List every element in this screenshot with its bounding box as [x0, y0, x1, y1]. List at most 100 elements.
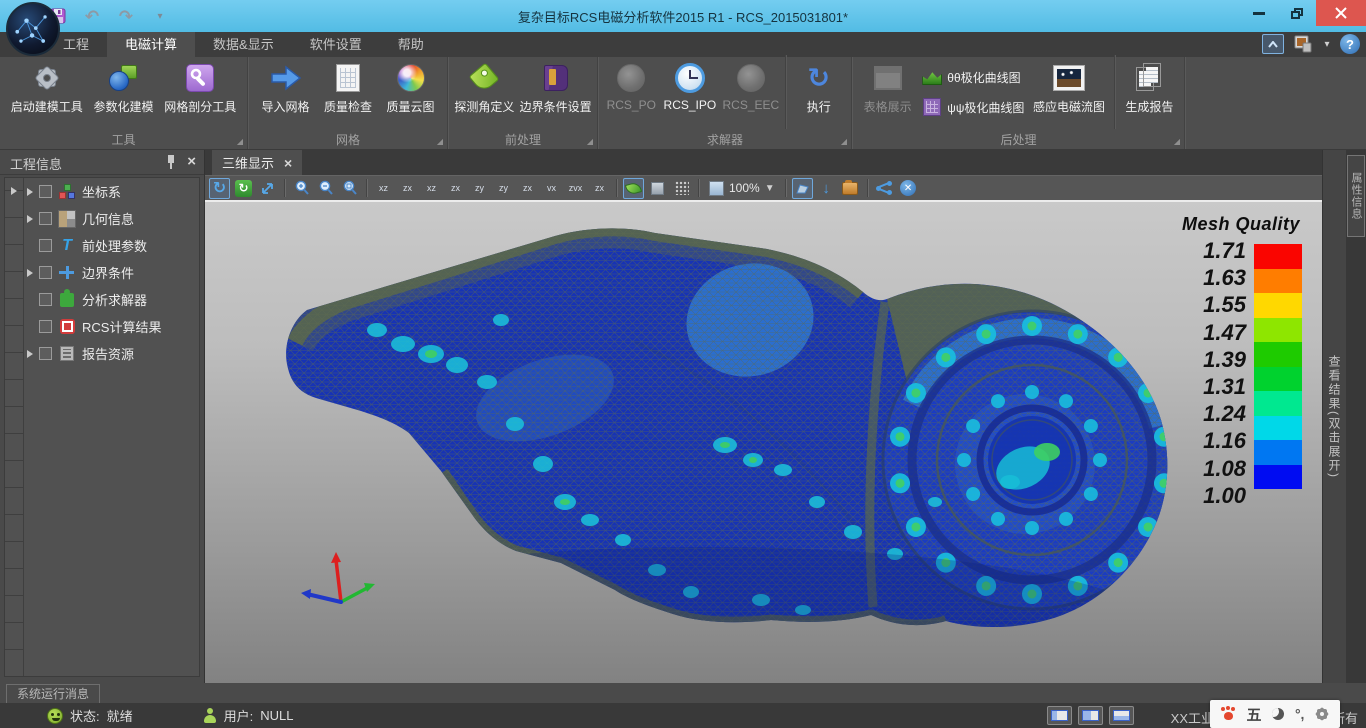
- zoom-fit-button[interactable]: [339, 178, 360, 199]
- group-expander-icon[interactable]: ◢: [1174, 137, 1180, 146]
- tab-attributes-info[interactable]: 属性信息: [1347, 155, 1365, 237]
- generate-report-button[interactable]: 生成报告: [1123, 59, 1175, 115]
- close-panel-icon[interactable]: ×: [187, 154, 196, 169]
- drop-view-button[interactable]: ↓: [816, 178, 837, 199]
- points-mode-button[interactable]: [671, 178, 692, 199]
- display-style-dropdown[interactable]: ▾: [1322, 34, 1332, 54]
- help-button[interactable]: ?: [1340, 34, 1360, 54]
- checkbox[interactable]: [39, 266, 52, 279]
- view-orientation-button-8[interactable]: vx: [541, 178, 562, 199]
- layout-icon: [1051, 710, 1068, 721]
- menu-tab-data-display[interactable]: 数据&显示: [195, 32, 292, 57]
- dot-grid-icon: [675, 181, 689, 195]
- view-orientation-button-7[interactable]: zx: [517, 178, 538, 199]
- pan-view-button[interactable]: [257, 178, 278, 199]
- close-button[interactable]: [1316, 0, 1366, 26]
- checkbox[interactable]: [39, 293, 52, 306]
- view-orientation-button-1[interactable]: xz: [373, 178, 394, 199]
- theta-polar-curve-button[interactable]: θθ极化曲线图: [922, 67, 1024, 87]
- probe-angle-define-button[interactable]: 探测角定义: [454, 59, 514, 115]
- flat-mode-button[interactable]: [647, 178, 668, 199]
- tab-system-messages[interactable]: 系统运行消息: [6, 684, 100, 703]
- layers-button[interactable]: [840, 178, 861, 199]
- checkbox[interactable]: [39, 320, 52, 333]
- view-orientation-button-3[interactable]: xz: [421, 178, 442, 199]
- layout-wide-left-button[interactable]: [1078, 706, 1103, 725]
- menu-tab-em-compute[interactable]: 电磁计算: [107, 32, 195, 57]
- spin-view-button[interactable]: ↻: [233, 178, 254, 199]
- view-orientation-button-9[interactable]: zvx: [565, 178, 586, 199]
- execute-button[interactable]: ↻ 执行: [793, 59, 845, 115]
- mesh-partition-tool-button[interactable]: 网格剖分工具: [164, 59, 236, 115]
- view-orientation-button-10[interactable]: zx: [589, 178, 610, 199]
- close-icon: [1335, 7, 1347, 19]
- view-orientation-button-4[interactable]: zx: [445, 178, 466, 199]
- checkbox[interactable]: [39, 239, 52, 252]
- group-expander-icon[interactable]: ◢: [437, 137, 443, 146]
- collapse-ribbon-button[interactable]: [1262, 34, 1284, 54]
- quality-check-button[interactable]: 质量检查: [322, 59, 374, 115]
- checkbox[interactable]: [39, 347, 52, 360]
- down-arrow-icon: ↓: [822, 180, 830, 197]
- ime-paw-icon[interactable]: [1221, 707, 1236, 721]
- pin-icon[interactable]: [167, 155, 175, 169]
- ime-mode-label[interactable]: 五: [1246, 704, 1261, 725]
- close-view-button[interactable]: ✕: [898, 178, 919, 199]
- menu-tab-help[interactable]: 帮助: [380, 32, 442, 57]
- tree-item-solver[interactable]: 分析求解器: [25, 286, 199, 313]
- normals-button[interactable]: [792, 178, 813, 199]
- tree-item-boundary-conditions[interactable]: 边界条件: [25, 259, 199, 286]
- expander-icon[interactable]: [11, 187, 17, 195]
- zoom-in-button[interactable]: [291, 178, 312, 199]
- checkbox[interactable]: [39, 212, 52, 225]
- boundary-condition-settings-button[interactable]: 边界条件设置: [520, 59, 592, 115]
- close-tab-icon[interactable]: ×: [284, 156, 292, 170]
- minimize-button[interactable]: [1240, 0, 1278, 26]
- induced-current-map-button[interactable]: 感应电磁流图: [1033, 59, 1105, 115]
- ime-toolbar[interactable]: 五 °,: [1210, 700, 1340, 728]
- rcs-po-button[interactable]: RCS_PO: [605, 59, 657, 112]
- tree-item-coordinate-system[interactable]: 坐标系: [25, 178, 199, 205]
- rcs-ipo-button[interactable]: RCS_IPO: [664, 59, 717, 112]
- view-orientation-button-6[interactable]: zy: [493, 178, 514, 199]
- display-style-button[interactable]: [1292, 34, 1314, 54]
- layout-bottom-panel-button[interactable]: [1109, 706, 1134, 725]
- restore-button[interactable]: [1278, 0, 1316, 26]
- tree-item-geometry-info[interactable]: 几何信息: [25, 205, 199, 232]
- table-display-button[interactable]: 表格展示: [862, 59, 914, 115]
- import-mesh-button[interactable]: 导入网格: [260, 59, 312, 115]
- view-orientation-button-2[interactable]: zx: [397, 178, 418, 199]
- share-view-button[interactable]: [874, 178, 895, 199]
- 3d-canvas[interactable]: Mesh Quality 1.711.631.551.471.391.311.2…: [205, 200, 1322, 683]
- punctuation-icon[interactable]: °,: [1295, 706, 1305, 722]
- ime-settings-gear-icon[interactable]: [1315, 707, 1329, 721]
- tree-item-report-resources[interactable]: 报告资源: [25, 340, 199, 367]
- tab-3d-display[interactable]: 三维显示 ×: [212, 150, 302, 175]
- legend-band: [1254, 465, 1302, 490]
- group-expander-icon[interactable]: ◢: [587, 137, 593, 146]
- psi-polar-curve-button[interactable]: ψψ极化曲线图: [922, 97, 1024, 117]
- viewport-area: 三维显示 × ▼ ↻ ↻: [205, 150, 1322, 683]
- view-orientation-button-5[interactable]: zy: [469, 178, 490, 199]
- tree-item-rcs-results[interactable]: RCS计算结果: [25, 313, 199, 340]
- rcs-eec-button[interactable]: RCS_EEC: [722, 59, 779, 112]
- zoom-in-icon: [294, 180, 310, 196]
- zoom-level-select[interactable]: 100% ▼: [705, 181, 779, 196]
- tree-item-preprocess-params[interactable]: T 前处理参数: [25, 232, 199, 259]
- rotate-view-button[interactable]: ↻: [209, 178, 230, 199]
- legend-band: [1254, 293, 1302, 318]
- menu-tab-settings[interactable]: 软件设置: [292, 32, 380, 57]
- zoom-out-button[interactable]: [315, 178, 336, 199]
- status-bar: 状态: 就绪 用户: NULL XX工业 所有 五 °,: [0, 703, 1366, 728]
- checkbox[interactable]: [39, 185, 52, 198]
- panel-title: 工程信息: [10, 154, 62, 173]
- launch-modeling-tool-button[interactable]: 启动建模工具: [11, 59, 83, 115]
- moon-icon[interactable]: [1272, 708, 1284, 720]
- shaded-mode-button[interactable]: [623, 178, 644, 199]
- quality-cloud-map-button[interactable]: 质量云图: [385, 59, 437, 115]
- layout-left-panel-button[interactable]: [1047, 706, 1072, 725]
- view-results-bar[interactable]: 查看结果(双击展开): [1322, 150, 1346, 683]
- parametric-modeling-button[interactable]: 参数化建模: [93, 59, 153, 115]
- group-expander-icon[interactable]: ◢: [841, 137, 847, 146]
- group-expander-icon[interactable]: ◢: [237, 137, 243, 146]
